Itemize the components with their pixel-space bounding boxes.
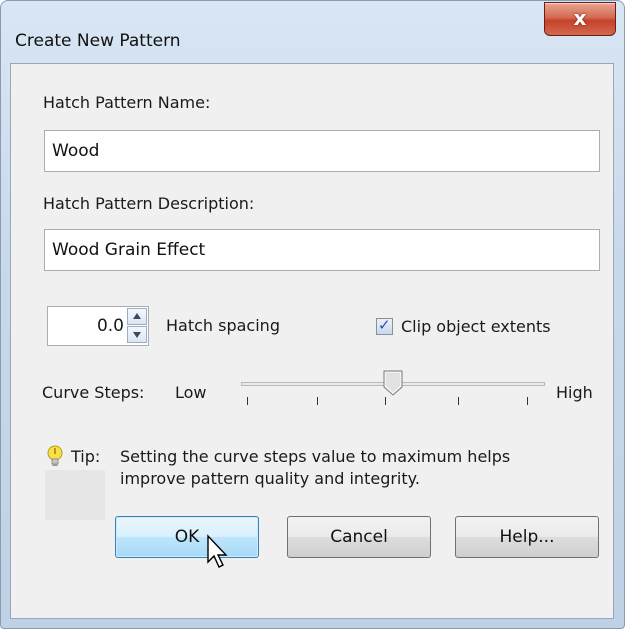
pattern-description-input[interactable]: Wood Grain Effect (44, 229, 600, 271)
slider-tick (247, 397, 248, 405)
spin-down-button[interactable] (127, 326, 147, 343)
spin-up-button[interactable] (127, 308, 147, 325)
curve-steps-low-label: Low (175, 383, 207, 402)
slider-tick (527, 397, 528, 405)
title-bar[interactable]: Create New Pattern x (1, 1, 624, 51)
dialog-content: Hatch Pattern Name: Wood Hatch Pattern D… (10, 63, 614, 619)
clip-extents-checkbox[interactable]: ✓ (376, 316, 393, 335)
pattern-name-label: Hatch Pattern Name: (43, 93, 211, 112)
slider-tick (458, 397, 459, 405)
close-button[interactable]: x (544, 2, 616, 36)
pattern-name-input[interactable]: Wood (44, 130, 600, 172)
curve-steps-slider-thumb[interactable] (383, 370, 403, 396)
close-icon: x (573, 6, 587, 30)
pattern-description-label: Hatch Pattern Description: (43, 194, 255, 213)
hatch-spacing-value[interactable]: 0.0 (97, 316, 124, 336)
curve-steps-high-label: High (556, 383, 593, 402)
tip-prefix: Tip: (71, 447, 101, 466)
mouse-cursor-icon (207, 534, 228, 568)
hatch-spacing-label: Hatch spacing (166, 316, 280, 335)
dialog-title: Create New Pattern (15, 31, 181, 51)
tip-text-line-1: Setting the curve steps value to maximum… (120, 447, 511, 466)
dialog-window: Create New Pattern x Hatch Pattern Name:… (0, 0, 625, 629)
clip-extents-label[interactable]: Clip object extents (401, 317, 551, 336)
help-button[interactable]: Help... (455, 516, 599, 558)
ok-button[interactable]: OK (115, 516, 259, 558)
curve-steps-label: Curve Steps: (42, 383, 145, 402)
slider-tick (317, 397, 318, 405)
hatch-spacing-stepper[interactable]: 0.0 (47, 306, 149, 346)
slider-tick (385, 397, 386, 405)
checkmark-icon: ✓ (378, 316, 391, 334)
spin-buttons (127, 308, 147, 344)
arrow-down-icon (133, 332, 141, 338)
tip-icon-background (45, 470, 105, 520)
tip-text-line-2: improve pattern quality and integrity. (120, 469, 420, 488)
cancel-button[interactable]: Cancel (287, 516, 431, 558)
lightbulb-icon (47, 445, 63, 466)
arrow-up-icon (133, 313, 141, 319)
